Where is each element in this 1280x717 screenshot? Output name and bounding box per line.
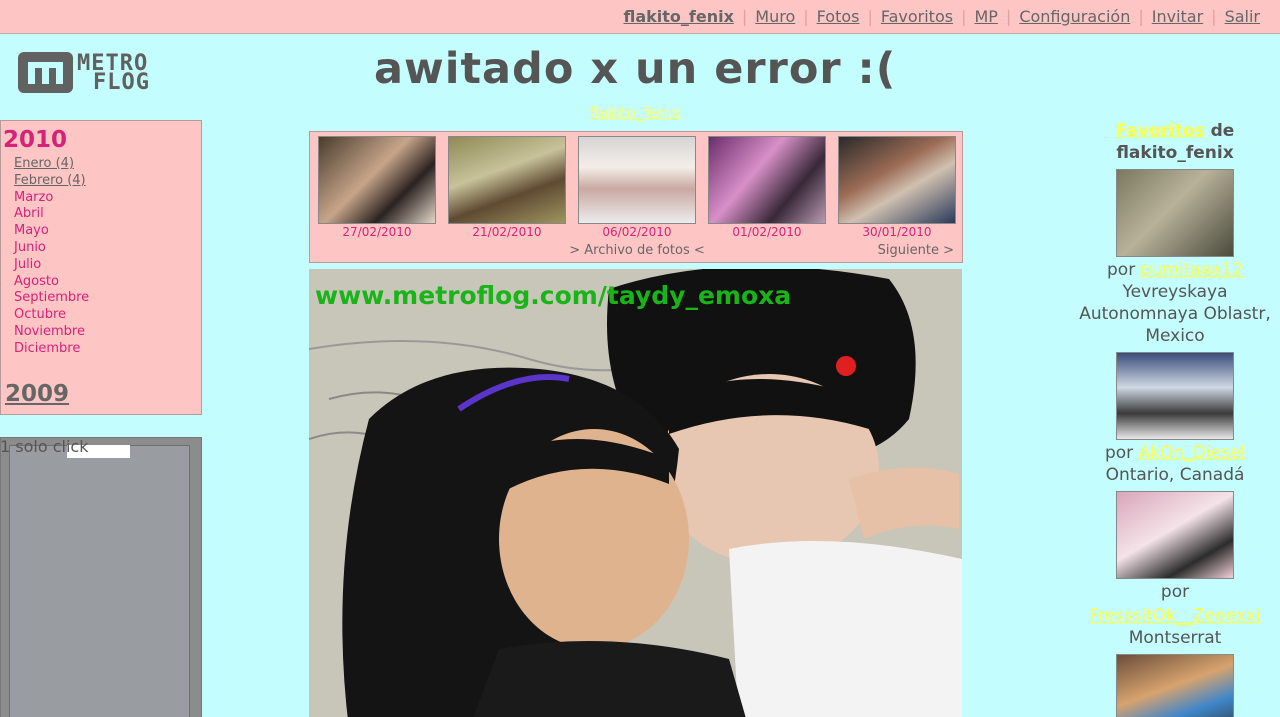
favorite-item xyxy=(1070,654,1280,717)
next-photos-link[interactable]: Siguiente > xyxy=(878,243,954,258)
current-year: 2010 xyxy=(3,127,68,153)
month-junio: Junio xyxy=(14,239,46,255)
nav-fotos-link[interactable]: Fotos xyxy=(817,7,860,26)
month-noviembre: Noviembre xyxy=(14,323,85,339)
month-octubre: Octubre xyxy=(14,307,67,323)
ad-box[interactable] xyxy=(0,437,202,717)
top-nav: flakito_fenix | Muro | Fotos | Favoritos | M… xyxy=(0,0,1280,34)
photo-thumbnails-strip: 27/02/2010 21/02/2010 06/02/2010 01/02/2… xyxy=(309,131,963,263)
ad-inner-frame xyxy=(9,445,190,717)
nav-separator: | xyxy=(741,7,748,26)
nav-separator: | xyxy=(1211,7,1217,26)
favorites-title-user: flakito_fenix xyxy=(1116,143,1234,163)
metroflog-logo[interactable]: METRO FLOG xyxy=(18,52,150,93)
nav-configuracion-link[interactable]: Configuración xyxy=(1019,7,1130,26)
thumb-date: 21/02/2010 xyxy=(472,225,542,239)
favorite-item: por AkOn_Diesel Ontario, Canadá xyxy=(1070,352,1280,486)
nav-separator: | xyxy=(803,7,809,26)
thumb-date: 27/02/2010 xyxy=(342,225,412,239)
page-title: awitado x un error :( xyxy=(374,44,897,94)
favorite-photo[interactable] xyxy=(1116,169,1234,257)
photo-watermark: www.metroflog.com/taydy_emoxa xyxy=(315,281,792,310)
nav-mp-link[interactable]: MP xyxy=(974,7,997,26)
month-list: Enero (4) Febrero (4) Marzo Abril Mayo J… xyxy=(1,156,201,358)
nav-separator: | xyxy=(1138,7,1144,26)
nav-invitar-link[interactable]: Invitar xyxy=(1152,7,1203,26)
thumb-photo-4[interactable] xyxy=(708,136,826,224)
thumb-date: 01/02/2010 xyxy=(732,225,802,239)
favorites-heading: Favoritos de flakito_fenix xyxy=(1070,120,1280,164)
favorite-item: por pumitaaa12 Yevreyskaya Autonomnaya O… xyxy=(1070,169,1280,347)
nav-separator: | xyxy=(961,7,967,26)
nav-separator: | xyxy=(867,7,873,26)
favorite-user-link[interactable]: AkOn_Diesel xyxy=(1139,443,1245,463)
favorite-photo[interactable] xyxy=(1116,654,1234,717)
thumb-photo-3[interactable] xyxy=(578,136,696,224)
favorites-title-de: de xyxy=(1210,121,1235,141)
favorite-por: por xyxy=(1104,443,1134,463)
month-abril: Abril xyxy=(14,206,44,222)
favorite-photo[interactable] xyxy=(1116,491,1234,579)
nav-user-link[interactable]: flakito_fenix xyxy=(623,7,733,26)
thumb-date: 06/02/2010 xyxy=(602,225,672,239)
photo-archive-link[interactable]: > Archivo de fotos < xyxy=(310,243,964,258)
month-link-enero[interactable]: Enero (4) xyxy=(14,156,201,173)
main-photo-illustration xyxy=(309,269,962,717)
favorite-por: por xyxy=(1160,582,1190,602)
month-diciembre: Diciembre xyxy=(14,340,81,356)
thumb-photo-1[interactable] xyxy=(318,136,436,224)
favorite-user-link[interactable]: FresssitOk__Zeeexxi xyxy=(1089,606,1260,626)
favorite-user-link[interactable]: pumitaaa12 xyxy=(1141,260,1243,280)
month-septiembre: Septiembre xyxy=(14,290,90,306)
favorite-location: Yevreyskaya Autonomnaya Oblastr, Mexico xyxy=(1079,282,1271,346)
favorite-por: por xyxy=(1107,260,1136,280)
favorite-item: por FresssitOk__Zeeexxi Montserrat xyxy=(1070,491,1280,649)
thumb-photo-5[interactable] xyxy=(838,136,956,224)
favorites-panel: Favoritos de flakito_fenix por pumitaaa1… xyxy=(1070,120,1280,717)
month-agosto: Agosto xyxy=(14,273,59,289)
nav-favoritos-link[interactable]: Favoritos xyxy=(881,7,953,26)
main-photo: www.metroflog.com/taydy_emoxa xyxy=(309,269,962,717)
logo-m-icon xyxy=(18,52,73,93)
thumb-date: 30/01/2010 xyxy=(862,225,932,239)
month-mayo: Mayo xyxy=(14,223,49,239)
month-julio: Julio xyxy=(14,256,42,272)
ad-caption[interactable]: 1 solo click xyxy=(0,437,202,456)
favorite-photo[interactable] xyxy=(1116,352,1234,440)
favorites-title-link[interactable]: Favoritos xyxy=(1116,121,1205,141)
month-marzo: Marzo xyxy=(14,189,54,205)
nav-separator: | xyxy=(1005,7,1012,26)
nav-salir-link[interactable]: Salir xyxy=(1225,7,1260,26)
thumb-photo-2[interactable] xyxy=(448,136,566,224)
nav-muro-link[interactable]: Muro xyxy=(755,7,795,26)
favorite-location: Montserrat xyxy=(1128,628,1222,648)
favorite-location: Ontario, Canadá xyxy=(1105,465,1245,485)
archive-panel: 2010 Enero (4) Febrero (4) Marzo Abril M… xyxy=(0,120,202,415)
previous-year-link[interactable]: 2009 xyxy=(3,381,69,407)
month-link-febrero[interactable]: Febrero (4) xyxy=(14,173,201,190)
